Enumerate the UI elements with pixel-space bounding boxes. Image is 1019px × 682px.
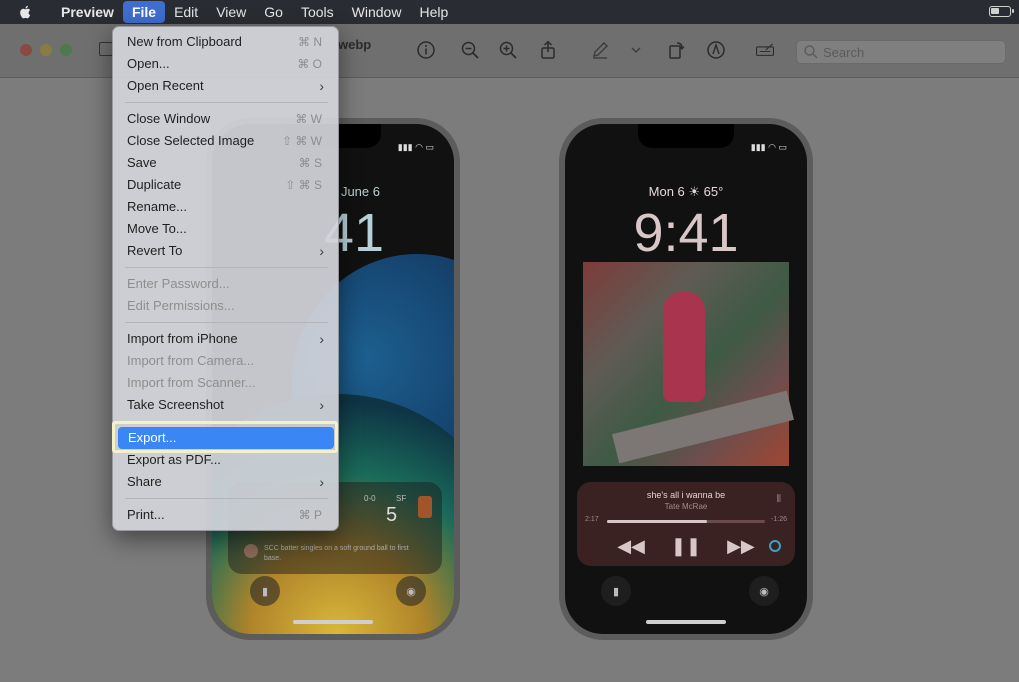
flashlight-icon: ▮ [601, 576, 631, 606]
menu-item-close-window[interactable]: Close Window ⌘ W [117, 108, 336, 130]
battery-icon[interactable] [989, 6, 1014, 17]
menu-item-share[interactable]: Share › [117, 471, 336, 493]
zoom-out-icon[interactable] [460, 40, 480, 60]
share-icon[interactable] [538, 40, 558, 60]
menu-edit[interactable]: Edit [165, 1, 207, 23]
menu-help[interactable]: Help [410, 1, 457, 23]
airplay-icon [769, 540, 781, 552]
avatar [244, 544, 258, 558]
search-placeholder: Search [823, 44, 865, 60]
menu-file[interactable]: File [122, 1, 166, 23]
dynamic-island [638, 124, 734, 148]
status-bar-icons: ▮▮▮ ◠ ▭ [397, 142, 434, 152]
lock-screen-right: ▮▮▮ ◠ ▭ Mon 6 ☀ 65° 9:41 she's all i wan… [565, 124, 807, 634]
flashlight-icon: ▮ [250, 576, 280, 606]
menu-item-edit-permissions: Edit Permissions... [127, 298, 235, 313]
menu-item-save[interactable]: Save ⌘ S [117, 152, 336, 174]
chevron-right-icon: › [319, 78, 324, 94]
menu-app-name[interactable]: Preview [52, 1, 123, 23]
waveform-icon: ⦀ [776, 494, 781, 505]
menu-item-import-from-iphone[interactable]: Import from iPhone › [117, 328, 336, 350]
menu-item-close-selected-image[interactable]: Close Selected Image ⇧ ⌘ W [117, 130, 336, 152]
rewind-icon: ◀◀ [617, 536, 645, 556]
markup-toolbar-icon[interactable] [706, 40, 726, 60]
menu-item-import-from-camera: Import from Camera... [127, 353, 255, 368]
chevron-right-icon: › [319, 474, 324, 490]
zoom-in-icon[interactable] [498, 40, 518, 60]
camera-icon: ◉ [749, 576, 779, 606]
menu-item-duplicate[interactable]: Duplicate ⇧ ⌘ S [117, 174, 336, 196]
lock-screen-time: 9:41 [633, 203, 739, 263]
document-title: webp [338, 37, 372, 52]
zoom-window-button[interactable] [60, 44, 72, 56]
menu-item-enter-password: Enter Password... [127, 276, 230, 291]
export-highlight-frame [112, 421, 338, 453]
menu-item-open-recent[interactable]: Open Recent › [117, 75, 336, 97]
status-bar-icons: ▮▮▮ ◠ ▭ [750, 142, 787, 152]
menu-go[interactable]: Go [255, 1, 292, 23]
markup-pen-icon[interactable] [590, 40, 610, 60]
apple-icon[interactable] [16, 2, 36, 22]
chevron-right-icon: › [319, 397, 324, 413]
menu-separator [125, 102, 328, 103]
elapsed-time: 2:17 [585, 516, 599, 523]
chevron-down-icon[interactable] [626, 40, 646, 60]
menu-item-move-to[interactable]: Move To... [117, 218, 336, 240]
search-field[interactable]: Search [796, 40, 1006, 64]
menu-bar: Preview File Edit View Go Tools Window H… [0, 0, 1019, 24]
lock-screen-date: Mon 6 ☀ 65° [648, 184, 724, 199]
menu-item-import-from-scanner: Import from Scanner... [127, 375, 256, 390]
camera-icon: ◉ [396, 576, 426, 606]
song-title: she's all i wanna be [646, 490, 726, 500]
song-artist: Tate McRae [664, 502, 708, 511]
menu-window[interactable]: Window [343, 1, 411, 23]
chevron-right-icon: › [319, 331, 324, 347]
menu-tools[interactable]: Tools [292, 1, 343, 23]
menu-separator [125, 267, 328, 268]
now-playing-widget: she's all i wanna be Tate McRae ⦀ 2:17 -… [577, 482, 795, 566]
menu-separator [125, 322, 328, 323]
album-artwork [583, 262, 794, 466]
game-score: 0-0 [364, 494, 376, 503]
menu-item-open[interactable]: Open... ⌘ O [117, 53, 336, 75]
team-label: SF [396, 494, 407, 503]
rotate-icon[interactable] [666, 40, 686, 60]
pause-icon: ❚❚ [670, 536, 702, 556]
file-menu-dropdown: New from Clipboard ⌘ N Open... ⌘ O Open Re… [112, 26, 339, 531]
home-indicator [293, 620, 373, 624]
sidebar-toggle-icon[interactable] [99, 42, 113, 56]
menu-item-rename[interactable]: Rename... [117, 196, 336, 218]
signature-icon[interactable] [752, 40, 778, 60]
close-window-button[interactable] [20, 44, 32, 56]
menu-item-new-from-clipboard[interactable]: New from Clipboard ⌘ N [117, 31, 336, 53]
team-logo-icon [418, 496, 432, 518]
menu-item-take-screenshot[interactable]: Take Screenshot › [117, 394, 336, 416]
playback-progress-bar [607, 520, 765, 523]
iphone-image-right: ▮▮▮ ◠ ▭ Mon 6 ☀ 65° 9:41 she's all i wan… [559, 118, 813, 640]
chevron-right-icon: › [319, 243, 324, 259]
remaining-time: -1:26 [771, 516, 787, 523]
search-icon [803, 44, 819, 60]
play-by-play-text: SCC batter singles on a soft ground ball… [264, 545, 409, 562]
menu-item-print[interactable]: Print... ⌘ P [117, 504, 336, 526]
home-indicator [646, 620, 726, 624]
info-icon[interactable] [416, 40, 436, 60]
minimize-window-button[interactable] [40, 44, 52, 56]
menu-item-revert-to[interactable]: Revert To › [117, 240, 336, 262]
fast-forward-icon: ▶▶ [727, 536, 755, 556]
menu-separator [125, 498, 328, 499]
team-score: 5 [386, 504, 398, 526]
menu-view[interactable]: View [207, 1, 255, 23]
